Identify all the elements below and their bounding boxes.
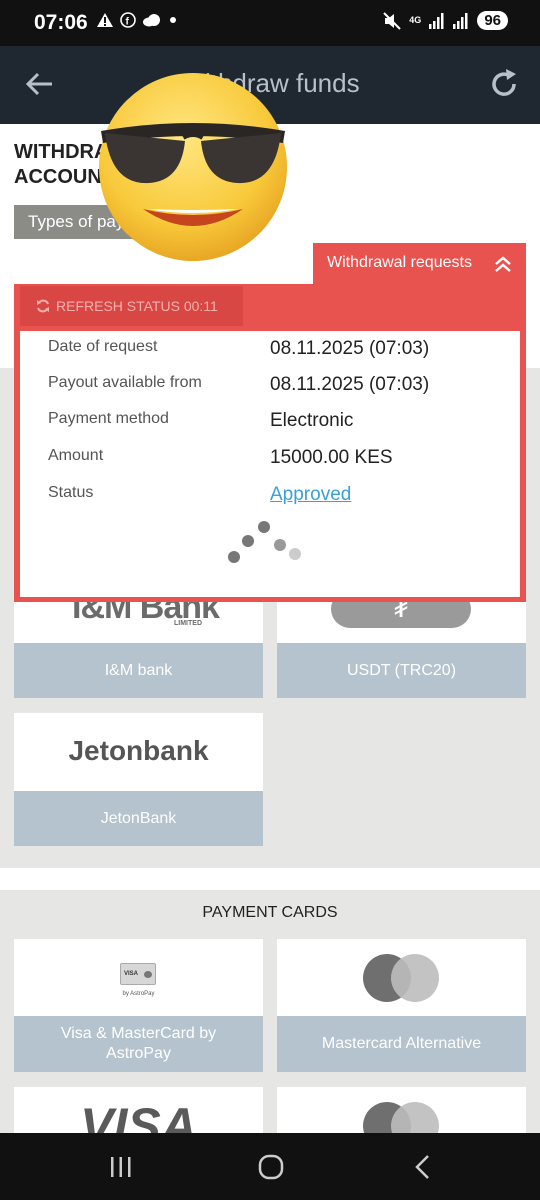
mc-dot	[144, 971, 152, 978]
payment-option-label: USDT (TRC20)	[277, 643, 526, 698]
back-nav-icon[interactable]	[403, 1151, 443, 1183]
recent-apps-icon[interactable]	[101, 1151, 141, 1183]
refresh-icon[interactable]	[486, 66, 522, 102]
astropay-tagline: by AstroPay	[122, 991, 155, 997]
payment-option-label: JetonBank	[14, 791, 263, 846]
payment-option-visa[interactable]: VISA	[14, 1087, 263, 1133]
astropay-card-icon: VISA	[120, 963, 156, 985]
dot-icon	[170, 17, 176, 23]
value-date-of-request: 08.11.2025 (07:03)	[270, 338, 430, 359]
label-date-of-request: Date of request	[48, 338, 158, 355]
payment-option-mastercard-alternative[interactable]: Mastercard Alternative	[277, 939, 526, 1072]
value-amount: 15000.00 KES	[270, 447, 393, 468]
system-nav-bar	[0, 1133, 540, 1200]
status-approved-link[interactable]: Approved	[270, 484, 351, 506]
home-icon[interactable]	[251, 1151, 291, 1183]
refresh-status-label: REFRESH STATUS 00:11	[56, 298, 218, 314]
sync-icon	[37, 299, 49, 313]
network-type: 4G	[409, 15, 422, 25]
payment-option-label: Mastercard Alternative	[277, 1016, 526, 1072]
mastercard-logo-icon	[363, 1102, 439, 1133]
payment-option-label: Visa & MasterCard by AstroPay	[14, 1016, 263, 1072]
spinner-dot	[258, 521, 270, 533]
payment-option-label: I&M bank	[14, 643, 263, 698]
im-bank-logo-sub: LIMITED	[174, 620, 202, 627]
withdrawal-requests-tab[interactable]: Withdrawal requests	[313, 243, 526, 285]
spinner-dot	[274, 539, 286, 551]
mute-icon	[383, 11, 402, 30]
spinner-dot	[228, 551, 240, 563]
system-icons: 4G 96	[383, 11, 508, 30]
payment-option-jetonbank[interactable]: Jetonbank JetonBank	[14, 713, 263, 846]
payment-option-visa-mastercard-astropay[interactable]: VISA by AstroPay Visa & MasterCard by As…	[14, 939, 263, 1072]
mastercard-logo-icon	[363, 954, 439, 1002]
spinner-dot	[242, 535, 254, 547]
payment-option-mastercard[interactable]	[277, 1087, 526, 1133]
section-title-payment-cards: PAYMENT CARDS	[202, 904, 338, 921]
label-status: Status	[48, 484, 94, 501]
refresh-status-button[interactable]: REFRESH STATUS 00:11	[20, 286, 243, 326]
sunglasses-emoji-icon	[99, 73, 287, 261]
label-payout-available: Payout available from	[48, 374, 202, 391]
label-amount: Amount	[48, 447, 104, 464]
chevron-double-up-icon[interactable]	[494, 255, 512, 273]
label-payment-method: Payment method	[48, 410, 169, 427]
status-time: 07:06	[34, 11, 88, 34]
astropay-visa-text: VISA	[124, 971, 139, 977]
signal-icon	[429, 12, 444, 29]
cloud-icon	[143, 14, 160, 27]
notification-icons: f	[96, 12, 178, 28]
warning-icon	[97, 13, 113, 27]
visa-logo: VISA	[80, 1098, 197, 1133]
signal-icon-2	[453, 12, 468, 29]
value-payout-available: 08.11.2025 (07:03)	[270, 374, 430, 395]
battery-badge: 96	[477, 11, 508, 30]
svg-text:f: f	[126, 17, 130, 28]
value-payment-method: Electronic	[270, 410, 354, 431]
spinner-dot	[289, 548, 301, 560]
facebook-icon: f	[120, 12, 136, 28]
jetonbank-logo: Jetonbank	[68, 735, 209, 766]
withdrawal-requests-label: Withdrawal requests	[327, 254, 472, 271]
status-bar: 07:06 f 4G 96	[0, 0, 540, 46]
